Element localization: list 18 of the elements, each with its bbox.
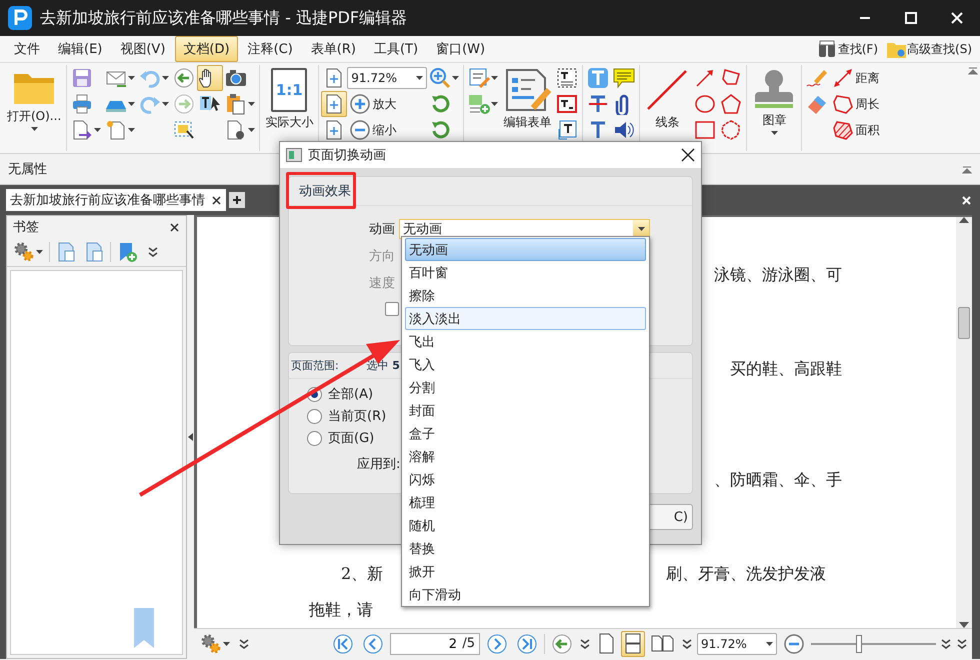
document-text: 泳镜、游泳圈、可 [714,264,842,286]
field-label: 速度 [368,274,396,292]
dialog-title: 页面切换动画 [308,147,386,164]
page-total: /5 [462,636,475,651]
field-label: 动画 [368,220,396,238]
document-text: 拖鞋，请 [308,599,373,621]
page-icon: 1:1 [271,68,308,112]
document-text: 买的鞋、高跟鞋 [730,358,842,380]
selection-count: 选中 5 [366,358,400,373]
field-label: 方向 [368,248,396,264]
group-title: 页面范围: [291,358,339,373]
panel-title: 书签 [13,219,39,236]
property-text: 无属性 [8,161,47,178]
document-text: 刷、牙膏、洗发护发液 [666,563,826,585]
document-text: 2、新 [340,563,384,585]
field-label: 应用到: [357,456,400,473]
window-title: 去新加坡旅行前应该准备哪些事情 - 迅捷PDF编辑器 [40,8,408,28]
document-text: 、防晒霜、伞、手 [714,469,842,491]
